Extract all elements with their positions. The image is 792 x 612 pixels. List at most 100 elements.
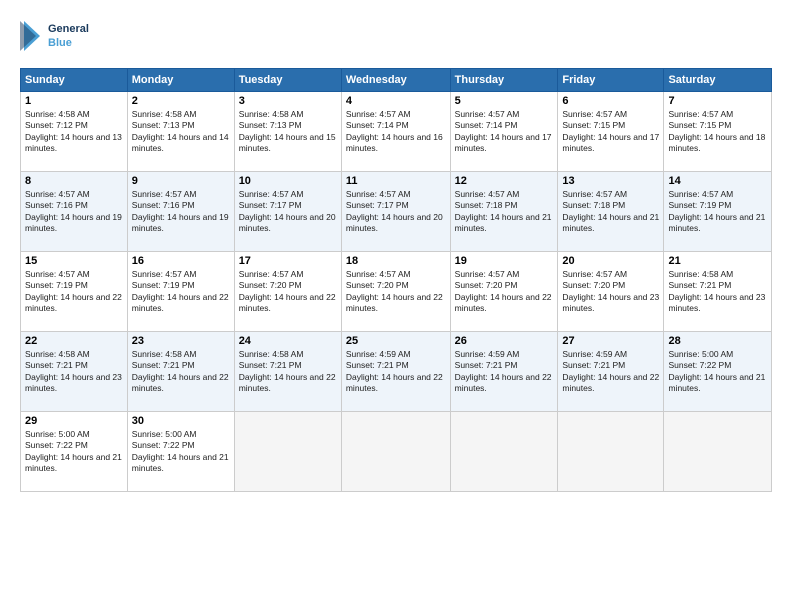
day-info: Sunrise: 4:59 AMSunset: 7:21 PMDaylight:…	[346, 349, 443, 393]
day-info: Sunrise: 5:00 AMSunset: 7:22 PMDaylight:…	[25, 429, 122, 473]
day-info: Sunrise: 4:57 AMSunset: 7:20 PMDaylight:…	[346, 269, 443, 313]
day-number: 23	[132, 335, 230, 347]
weekday-header-row: SundayMondayTuesdayWednesdayThursdayFrid…	[21, 69, 772, 92]
day-number: 5	[455, 95, 554, 107]
calendar-cell: 11 Sunrise: 4:57 AMSunset: 7:17 PMDayligh…	[341, 172, 450, 252]
weekday-header-wednesday: Wednesday	[341, 69, 450, 92]
calendar-cell: 29 Sunrise: 5:00 AMSunset: 7:22 PMDayligh…	[21, 412, 128, 492]
day-number: 2	[132, 95, 230, 107]
day-info: Sunrise: 4:57 AMSunset: 7:17 PMDaylight:…	[346, 189, 443, 233]
day-number: 18	[346, 255, 446, 267]
day-number: 1	[25, 95, 123, 107]
day-info: Sunrise: 4:57 AMSunset: 7:15 PMDaylight:…	[562, 109, 659, 153]
calendar-cell: 2 Sunrise: 4:58 AMSunset: 7:13 PMDaylight…	[127, 92, 234, 172]
calendar-cell: 10 Sunrise: 4:57 AMSunset: 7:17 PMDayligh…	[234, 172, 341, 252]
calendar-cell: 22 Sunrise: 4:58 AMSunset: 7:21 PMDayligh…	[21, 332, 128, 412]
day-info: Sunrise: 4:58 AMSunset: 7:21 PMDaylight:…	[132, 349, 229, 393]
calendar-cell	[450, 412, 558, 492]
calendar-cell: 4Sunrise: 4:57 AMSunset: 7:14 PMDaylight…	[341, 92, 450, 172]
day-info: Sunrise: 4:58 AMSunset: 7:21 PMDaylight:…	[668, 269, 765, 313]
day-number: 12	[455, 175, 554, 187]
day-info: Sunrise: 4:57 AMSunset: 7:15 PMDaylight:…	[668, 109, 765, 153]
calendar-cell: 3Sunrise: 4:58 AMSunset: 7:13 PMDaylight…	[234, 92, 341, 172]
day-info: Sunrise: 4:57 AMSunset: 7:19 PMDaylight:…	[132, 269, 229, 313]
calendar-cell: 27 Sunrise: 4:59 AMSunset: 7:21 PMDayligh…	[558, 332, 664, 412]
logo-svg: General Blue	[20, 16, 100, 56]
day-number: 10	[239, 175, 337, 187]
calendar-cell	[558, 412, 664, 492]
day-info: Sunrise: 4:57 AMSunset: 7:19 PMDaylight:…	[25, 269, 122, 313]
day-number: 11	[346, 175, 446, 187]
calendar-week-row: 29 Sunrise: 5:00 AMSunset: 7:22 PMDayligh…	[21, 412, 772, 492]
day-number: 22	[25, 335, 123, 347]
svg-text:Blue: Blue	[48, 37, 72, 49]
calendar-cell: 13 Sunrise: 4:57 AMSunset: 7:18 PMDayligh…	[558, 172, 664, 252]
calendar-cell: 7 Sunrise: 4:57 AMSunset: 7:15 PMDaylight…	[664, 92, 772, 172]
day-info: Sunrise: 5:00 AMSunset: 7:22 PMDaylight:…	[668, 349, 765, 393]
day-info: Sunrise: 4:59 AMSunset: 7:21 PMDaylight:…	[455, 349, 552, 393]
page: General Blue SundayMondayTuesdayWednesda…	[0, 0, 792, 612]
calendar-cell	[234, 412, 341, 492]
calendar-cell: 26 Sunrise: 4:59 AMSunset: 7:21 PMDayligh…	[450, 332, 558, 412]
calendar-cell: 20 Sunrise: 4:57 AMSunset: 7:20 PMDayligh…	[558, 252, 664, 332]
day-number: 30	[132, 415, 230, 427]
calendar-week-row: 1Sunrise: 4:58 AMSunset: 7:12 PMDaylight…	[21, 92, 772, 172]
day-number: 13	[562, 175, 659, 187]
day-number: 19	[455, 255, 554, 267]
calendar-cell: 14 Sunrise: 4:57 AMSunset: 7:19 PMDayligh…	[664, 172, 772, 252]
day-info: Sunrise: 4:57 AMSunset: 7:16 PMDaylight:…	[132, 189, 229, 233]
calendar-cell: 23 Sunrise: 4:58 AMSunset: 7:21 PMDayligh…	[127, 332, 234, 412]
day-number: 17	[239, 255, 337, 267]
day-number: 6	[562, 95, 659, 107]
day-info: Sunrise: 4:57 AMSunset: 7:18 PMDaylight:…	[455, 189, 552, 233]
calendar-cell: 28 Sunrise: 5:00 AMSunset: 7:22 PMDayligh…	[664, 332, 772, 412]
calendar-cell: 5 Sunrise: 4:57 AMSunset: 7:14 PMDaylight…	[450, 92, 558, 172]
weekday-header-monday: Monday	[127, 69, 234, 92]
day-number: 24	[239, 335, 337, 347]
calendar-week-row: 22 Sunrise: 4:58 AMSunset: 7:21 PMDayligh…	[21, 332, 772, 412]
day-info: Sunrise: 4:57 AMSunset: 7:14 PMDaylight:…	[455, 109, 552, 153]
day-number: 28	[668, 335, 767, 347]
calendar-table: SundayMondayTuesdayWednesdayThursdayFrid…	[20, 68, 772, 492]
day-info: Sunrise: 5:00 AMSunset: 7:22 PMDaylight:…	[132, 429, 229, 473]
day-info: Sunrise: 4:57 AMSunset: 7:18 PMDaylight:…	[562, 189, 659, 233]
day-info: Sunrise: 4:57 AMSunset: 7:14 PMDaylight:…	[346, 109, 443, 153]
svg-text:General: General	[48, 23, 89, 35]
day-info: Sunrise: 4:57 AMSunset: 7:20 PMDaylight:…	[455, 269, 552, 313]
day-number: 20	[562, 255, 659, 267]
day-number: 26	[455, 335, 554, 347]
calendar-cell: 12 Sunrise: 4:57 AMSunset: 7:18 PMDayligh…	[450, 172, 558, 252]
day-number: 27	[562, 335, 659, 347]
day-number: 9	[132, 175, 230, 187]
day-number: 14	[668, 175, 767, 187]
calendar-cell: 18 Sunrise: 4:57 AMSunset: 7:20 PMDayligh…	[341, 252, 450, 332]
calendar-cell: 19 Sunrise: 4:57 AMSunset: 7:20 PMDayligh…	[450, 252, 558, 332]
weekday-header-sunday: Sunday	[21, 69, 128, 92]
calendar-cell	[341, 412, 450, 492]
day-info: Sunrise: 4:57 AMSunset: 7:20 PMDaylight:…	[562, 269, 659, 313]
calendar-cell: 21Sunrise: 4:58 AMSunset: 7:21 PMDayligh…	[664, 252, 772, 332]
day-number: 8	[25, 175, 123, 187]
day-info: Sunrise: 4:57 AMSunset: 7:16 PMDaylight:…	[25, 189, 122, 233]
weekday-header-tuesday: Tuesday	[234, 69, 341, 92]
day-info: Sunrise: 4:58 AMSunset: 7:21 PMDaylight:…	[239, 349, 336, 393]
calendar-cell: 24 Sunrise: 4:58 AMSunset: 7:21 PMDayligh…	[234, 332, 341, 412]
calendar-week-row: 8 Sunrise: 4:57 AMSunset: 7:16 PMDaylight…	[21, 172, 772, 252]
day-info: Sunrise: 4:59 AMSunset: 7:21 PMDaylight:…	[562, 349, 659, 393]
day-number: 15	[25, 255, 123, 267]
day-number: 29	[25, 415, 123, 427]
day-number: 7	[668, 95, 767, 107]
weekday-header-thursday: Thursday	[450, 69, 558, 92]
calendar-cell: 17 Sunrise: 4:57 AMSunset: 7:20 PMDayligh…	[234, 252, 341, 332]
day-info: Sunrise: 4:57 AMSunset: 7:17 PMDaylight:…	[239, 189, 336, 233]
day-info: Sunrise: 4:57 AMSunset: 7:20 PMDaylight:…	[239, 269, 336, 313]
calendar-cell: 8 Sunrise: 4:57 AMSunset: 7:16 PMDaylight…	[21, 172, 128, 252]
logo: General Blue	[20, 16, 100, 56]
day-info: Sunrise: 4:57 AMSunset: 7:19 PMDaylight:…	[668, 189, 765, 233]
day-info: Sunrise: 4:58 AMSunset: 7:13 PMDaylight:…	[239, 109, 336, 153]
weekday-header-saturday: Saturday	[664, 69, 772, 92]
day-info: Sunrise: 4:58 AMSunset: 7:21 PMDaylight:…	[25, 349, 122, 393]
calendar-cell: 30 Sunrise: 5:00 AMSunset: 7:22 PMDayligh…	[127, 412, 234, 492]
day-info: Sunrise: 4:58 AMSunset: 7:13 PMDaylight:…	[132, 109, 229, 153]
calendar-cell: 9 Sunrise: 4:57 AMSunset: 7:16 PMDaylight…	[127, 172, 234, 252]
